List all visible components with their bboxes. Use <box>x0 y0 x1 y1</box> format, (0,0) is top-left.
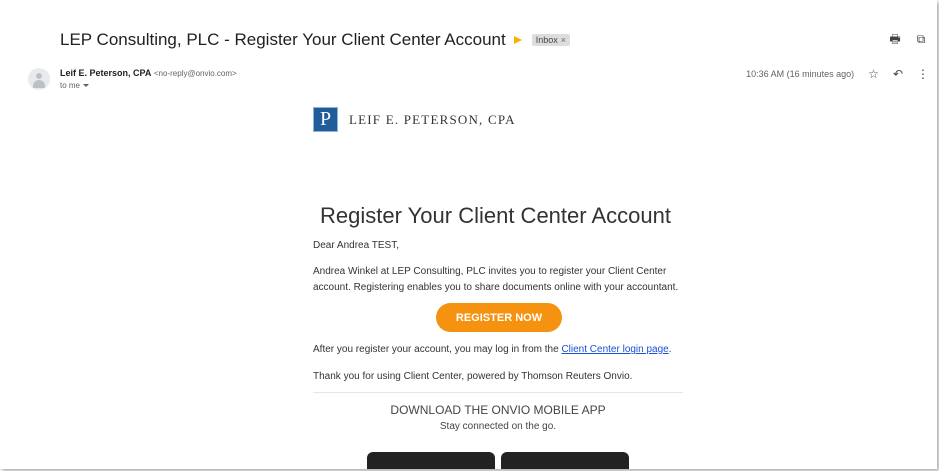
page-title: Register Your Client Center Account <box>320 203 671 228</box>
thanks-text: Thank you for using Client Center, power… <box>313 371 633 382</box>
avatar-head <box>36 73 42 79</box>
recipient-toggle[interactable]: to me <box>60 81 90 90</box>
sender-info: Leif E. Peterson, CPA <no-reply@onvio.co… <box>60 68 237 78</box>
download-app-subtitle: Stay connected on the go. <box>439 421 557 432</box>
more-options-icon[interactable]: ⋮ <box>917 67 929 81</box>
login-text-suffix: . <box>668 344 672 355</box>
logo-mark: P <box>313 107 338 132</box>
subject-row: LEP Consulting, PLC - Register Your Clie… <box>60 30 571 50</box>
client-center-login-link[interactable]: Client Center login page <box>561 344 668 355</box>
star-icon[interactable]: ☆ <box>868 67 879 81</box>
email-subject: LEP Consulting, PLC - Register Your Clie… <box>60 30 506 49</box>
logo-text: LEIF E. PETERSON, CPA <box>349 111 516 127</box>
recipient-text: to me <box>60 81 81 90</box>
avatar-body <box>33 80 45 88</box>
company-logo: P LEIF E. PETERSON, CPA <box>313 107 516 132</box>
reply-icon[interactable]: ↶ <box>893 67 903 81</box>
email-view: LEP Consulting, PLC - Register Your Clie… <box>0 0 937 469</box>
sender-name[interactable]: Leif E. Peterson, CPA <box>60 68 151 78</box>
register-now-button[interactable]: REGISTER NOW <box>436 303 562 332</box>
invite-text: Andrea Winkel at LEP Consulting, PLC inv… <box>313 266 679 293</box>
login-instructions: After you register your account, you may… <box>313 342 672 358</box>
top-actions: 🖶 ⧉ <box>889 33 927 45</box>
open-new-window-icon[interactable]: ⧉ <box>915 33 927 45</box>
login-text-prefix: After you register your account, you may… <box>313 344 562 355</box>
download-app-title: DOWNLOAD THE ONVIO MOBILE APP <box>390 403 606 417</box>
chevron-down-icon[interactable] <box>83 84 90 87</box>
message-time: 10:36 AM (16 minutes ago) <box>746 69 855 79</box>
greeting-text: Dear Andrea TEST, <box>313 240 399 251</box>
sender-avatar <box>28 68 50 90</box>
message-meta: 10:36 AM (16 minutes ago) ☆ ↶ ⋮ <box>746 67 929 81</box>
important-marker-icon[interactable] <box>513 36 522 44</box>
inbox-label-text: Inbox <box>535 35 558 45</box>
inbox-label[interactable]: Inbox × <box>531 34 571 46</box>
google-play-badge[interactable] <box>501 452 629 469</box>
divider <box>313 392 683 393</box>
remove-label-icon[interactable]: × <box>561 35 566 45</box>
print-icon[interactable]: 🖶 <box>889 33 901 45</box>
app-store-badge[interactable] <box>367 452 495 469</box>
sender-email: <no-reply@onvio.com> <box>153 69 237 78</box>
